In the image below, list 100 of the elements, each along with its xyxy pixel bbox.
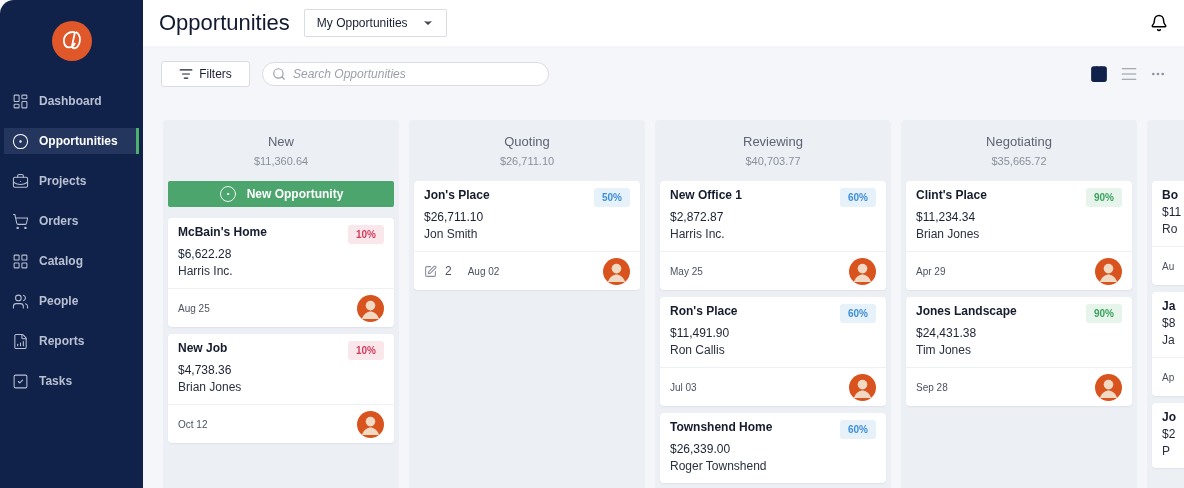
card-title: Townshend Home — [670, 420, 773, 434]
dashboard-icon — [12, 92, 29, 110]
card-title: Ron's Place — [670, 304, 738, 318]
grid-icon — [12, 252, 29, 270]
filters-button[interactable]: Filters — [161, 61, 250, 87]
card-title: Bo — [1162, 188, 1178, 202]
opportunity-card[interactable]: Jo $2 P — [1152, 403, 1184, 468]
avatar — [1095, 373, 1122, 401]
card-contact: Brian Jones — [178, 380, 243, 394]
bell-icon[interactable] — [1150, 14, 1168, 32]
target-icon — [12, 132, 29, 150]
board-view-button[interactable] — [1090, 65, 1108, 83]
card-contact: Roger Townshend — [670, 459, 768, 473]
card-contact: Harris Inc. — [178, 264, 234, 278]
column-total: $35,665.72 — [991, 155, 1047, 167]
card-date: Aug 02 — [467, 265, 500, 277]
card-contact: Tim Jones — [916, 343, 972, 357]
probability-tag: 90% — [1086, 304, 1122, 323]
avatar — [357, 294, 384, 322]
card-contact: Ro — [1162, 222, 1179, 236]
probability-tag: 10% — [348, 225, 384, 244]
card-date: Oct 12 — [178, 418, 208, 430]
column-total: $11,360.64 — [253, 155, 309, 167]
card-amount: $26,339.00 — [670, 442, 732, 456]
card-contact: Brian Jones — [916, 227, 981, 241]
checkbox-icon — [12, 372, 29, 390]
card-amount: $8 — [1162, 316, 1177, 330]
card-contact: P — [1162, 444, 1171, 458]
column-title: New — [268, 134, 294, 149]
sidebar-item[interactable]: Tasks — [4, 368, 139, 394]
card-contact: Jon Smith — [424, 227, 479, 241]
card-amount: $26,711.10 — [424, 210, 485, 224]
sidebar-item[interactable]: Projects — [4, 168, 139, 194]
column-total: $26,711.10 — [499, 155, 555, 167]
card-date: Au — [1162, 260, 1175, 272]
card-title: McBain's Home — [178, 225, 267, 239]
avatar — [1095, 257, 1122, 285]
card-amount: $24,431.38 — [916, 326, 978, 340]
task-icon — [424, 264, 437, 278]
card-contact: Ja — [1162, 333, 1176, 347]
briefcase-icon — [12, 172, 29, 190]
card-amount: $4,738.36 — [178, 363, 233, 377]
sidebar-item[interactable]: People — [4, 288, 139, 314]
avatar — [849, 373, 876, 401]
avatar — [357, 410, 384, 438]
probability-tag: 60% — [840, 420, 876, 439]
page-title: Opportunities — [159, 10, 290, 36]
opportunity-card[interactable]: Jones Landscape 90% $24,431.38 Tim Jones Sep 28 — [906, 297, 1132, 406]
people-icon — [12, 292, 29, 310]
card-title: Jones Landscape — [916, 304, 1017, 318]
opportunity-card[interactable]: New Office 1 60% $2,872.87 Harris Inc. May 25 — [660, 181, 886, 290]
opportunity-card[interactable]: Jon's Place 50% $26,711.10 Jon Smith 2 Aug 02 — [414, 181, 640, 290]
target-icon — [218, 185, 237, 203]
opportunity-card[interactable]: New Job 10% $4,738.36 Brian Jones Oct 12 — [168, 334, 394, 443]
card-amount: $2,872.87 — [670, 210, 725, 224]
card-date: Jul 03 — [670, 381, 697, 393]
card-contact: Ron Callis — [670, 343, 726, 357]
card-amount: $2 — [1162, 427, 1177, 441]
opportunity-card[interactable]: McBain's Home 10% $6,622.28 Harris Inc. Aug 25 — [168, 218, 394, 327]
sidebar-item[interactable]: Reports — [4, 328, 139, 354]
sidebar-item[interactable]: Dashboard — [4, 88, 139, 114]
card-title: Ja — [1162, 299, 1176, 313]
card-title: Clint's Place — [916, 188, 987, 202]
logo — [50, 20, 93, 62]
opportunity-card[interactable]: Ja $8 Ja Ap — [1152, 292, 1184, 396]
filter-icon — [179, 67, 194, 81]
card-title: Jon's Place — [424, 188, 490, 202]
card-title: Jo — [1162, 410, 1176, 424]
card-date: May 25 — [670, 265, 703, 277]
card-date: Ap — [1162, 371, 1175, 383]
card-amount: $6,622.28 — [178, 247, 233, 261]
avatar — [849, 257, 876, 285]
card-title: New Office 1 — [670, 188, 743, 202]
probability-tag: 90% — [1086, 188, 1122, 207]
card-contact: Harris Inc. — [670, 227, 726, 241]
sidebar-item[interactable]: Catalog — [4, 248, 139, 274]
column-title: Reviewing — [743, 134, 803, 149]
probability-tag: 60% — [840, 304, 876, 323]
card-date: Apr 29 — [916, 265, 946, 277]
column-title: Negotiating — [986, 134, 1052, 149]
column-title: Quoting — [504, 134, 550, 149]
card-amount: $11,234.34 — [916, 210, 977, 224]
card-date: Sep 28 — [916, 381, 948, 393]
opportunity-card[interactable]: Bo $11 Ro Au — [1152, 181, 1184, 285]
opportunity-card[interactable]: Townshend Home 60% $26,339.00 Roger Townshend — [660, 413, 886, 483]
card-amount: $11 — [1162, 205, 1183, 219]
view-dropdown[interactable]: My Opportunities — [303, 9, 447, 37]
sidebar-item[interactable]: Opportunities — [4, 128, 139, 154]
card-date: Aug 25 — [178, 302, 210, 314]
probability-tag: 60% — [840, 188, 876, 207]
search-icon — [272, 67, 286, 81]
sidebar-item[interactable]: Orders — [4, 208, 139, 234]
task-count: 2 — [445, 264, 452, 278]
cart-icon — [12, 212, 29, 230]
report-icon — [12, 332, 29, 350]
search-field[interactable]: Search Opportunities — [262, 62, 549, 86]
column-total: $40,703.77 — [745, 155, 801, 167]
opportunity-card[interactable]: Ron's Place 60% $11,491.90 Ron Callis Jul 03 — [660, 297, 886, 406]
card-amount: $11,491.90 — [670, 326, 731, 340]
opportunity-card[interactable]: Clint's Place 90% $11,234.34 Brian Jones Apr 29 — [906, 181, 1132, 290]
